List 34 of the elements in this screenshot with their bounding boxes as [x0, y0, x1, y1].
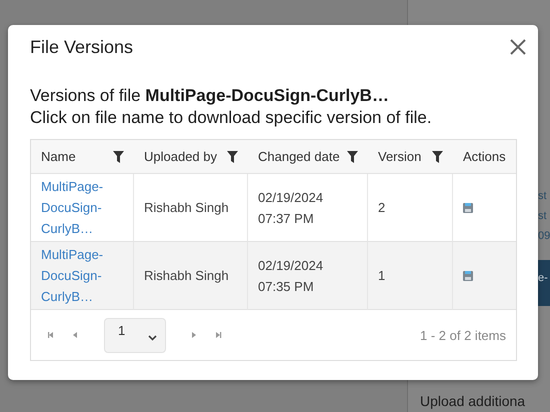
- first-page-button[interactable]: [47, 331, 55, 339]
- next-page-button[interactable]: [190, 331, 198, 339]
- last-page-button[interactable]: [214, 331, 222, 339]
- column-header[interactable]: Name: [31, 140, 134, 174]
- filter-icon[interactable]: [347, 150, 358, 162]
- column-header[interactable]: Uploaded by: [134, 140, 248, 174]
- table-cell-text: 02/19/2024 07:37 PM: [258, 188, 324, 228]
- pager-summary: 1 - 2 of 2 items: [420, 328, 506, 342]
- column-header[interactable]: Version: [368, 140, 453, 174]
- chevron-down-icon: [148, 334, 157, 340]
- table-cell-text: Rishabh Singh: [144, 199, 229, 217]
- save-icon[interactable]: [463, 270, 473, 280]
- file-link[interactable]: MultiPage-DocuSign-CurlyB…: [41, 176, 111, 239]
- background-text: st: [538, 209, 548, 224]
- filter-icon[interactable]: [227, 150, 238, 162]
- instruction-text: Click on file name to download specific version of file.: [30, 107, 433, 129]
- previous-page-button[interactable]: [71, 331, 79, 339]
- background-heading: Upload additiona: [420, 393, 526, 410]
- close-button[interactable]: [509, 38, 527, 56]
- background-text: st: [538, 189, 548, 204]
- column-header[interactable]: Changed date: [248, 140, 368, 174]
- table-cell-text: Rishabh Singh: [144, 267, 229, 285]
- save-icon[interactable]: [463, 202, 473, 212]
- page-select[interactable]: 1: [104, 318, 166, 352]
- filter-icon[interactable]: [432, 150, 443, 162]
- background-text: 09: [538, 229, 550, 244]
- background-text: e-: [538, 260, 549, 306]
- dialog-title: File Versions: [30, 36, 134, 58]
- column-header[interactable]: Actions: [453, 140, 516, 174]
- filter-icon[interactable]: [113, 150, 124, 162]
- table-cell-text: 02/19/2024 07:35 PM: [258, 256, 324, 296]
- table-cell-text: 1: [378, 267, 386, 285]
- intro-text: Versions of file MultiPage-DocuSign-CurlyB…: [30, 85, 390, 107]
- table-cell-text: 2: [378, 199, 386, 217]
